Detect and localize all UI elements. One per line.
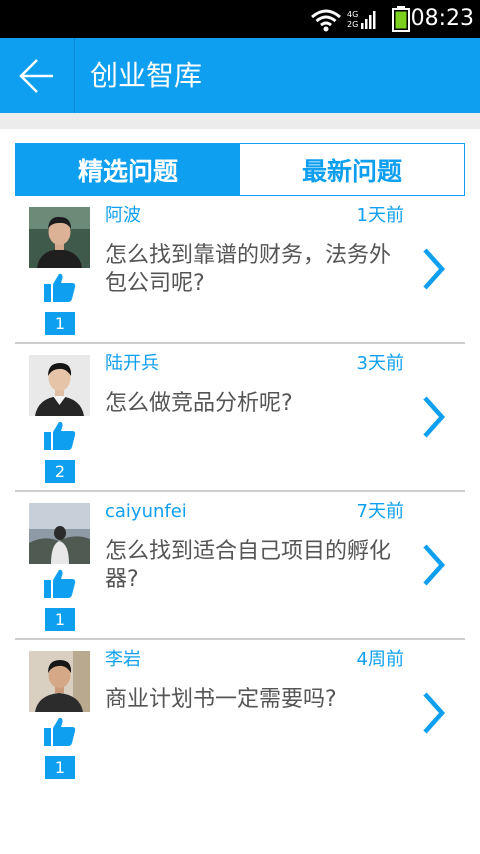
wifi-icon (311, 9, 341, 32)
question-author: 李岩 (105, 649, 141, 670)
avatar (29, 651, 90, 712)
question-row[interactable]: 2 陆开兵 3天前 怎么做竞品分析呢? (0, 344, 480, 492)
question-row[interactable]: 1 李岩 4周前 商业计划书一定需要吗? (0, 640, 480, 788)
back-button[interactable] (0, 38, 74, 113)
avatar (29, 503, 90, 564)
app-bar-divider (74, 38, 75, 113)
thumbs-up-icon[interactable] (44, 420, 76, 450)
chevron-right-icon[interactable] (420, 246, 448, 292)
app-bar: 创业智库 (0, 38, 480, 113)
question-row[interactable]: 1 阿波 1天前 怎么找到靠谱的财务，法务外包公司呢? (0, 196, 480, 344)
like-count: 1 (45, 312, 75, 335)
question-text: 商业计划书一定需要吗? (105, 687, 337, 712)
chevron-right-icon[interactable] (420, 690, 448, 736)
question-author: 阿波 (105, 205, 141, 226)
question-text: 怎么找到适合自己项目的孵化器? (105, 539, 392, 592)
arrow-left-icon (19, 58, 53, 93)
question-text: 怎么找到靠谱的财务，法务外包公司呢? (105, 243, 392, 296)
network-type-top: 4G (347, 10, 359, 19)
tab-featured-questions[interactable]: 精选问题 (16, 144, 240, 195)
avatar (29, 355, 90, 416)
question-row[interactable]: 1 caiyunfei 7天前 怎么找到适合自己项目的孵化器? (0, 492, 480, 640)
chevron-right-icon[interactable] (420, 394, 448, 440)
like-count: 1 (45, 608, 75, 631)
cell-signal-icon: 4G 2G (347, 8, 377, 32)
status-time: 08:23 (410, 6, 474, 31)
question-list: 1 阿波 1天前 怎么找到靠谱的财务，法务外包公司呢? 2 陆开兵 3天前 怎么… (0, 196, 480, 788)
page-title: 创业智库 (90, 59, 203, 92)
question-author: caiyunfei (105, 501, 187, 522)
question-time: 1天前 (356, 205, 404, 226)
like-count: 1 (45, 756, 75, 779)
chevron-right-icon[interactable] (420, 542, 448, 588)
like-count: 2 (45, 460, 75, 483)
question-author: 陆开兵 (105, 353, 159, 374)
avatar (29, 207, 90, 268)
tab-latest-questions[interactable]: 最新问题 (240, 144, 464, 195)
network-type-bottom: 2G (347, 20, 359, 29)
thumbs-up-icon[interactable] (44, 272, 76, 302)
thumbs-up-icon[interactable] (44, 568, 76, 598)
battery-icon (392, 6, 410, 32)
question-text: 怎么做竞品分析呢? (105, 391, 293, 416)
status-bar: 4G 2G 08:23 (0, 0, 480, 38)
header-gap (0, 113, 480, 129)
thumbs-up-icon[interactable] (44, 716, 76, 746)
question-time: 3天前 (356, 353, 404, 374)
question-time: 4周前 (356, 649, 404, 670)
question-time: 7天前 (356, 501, 404, 522)
question-tabs: 精选问题 最新问题 (15, 143, 465, 196)
